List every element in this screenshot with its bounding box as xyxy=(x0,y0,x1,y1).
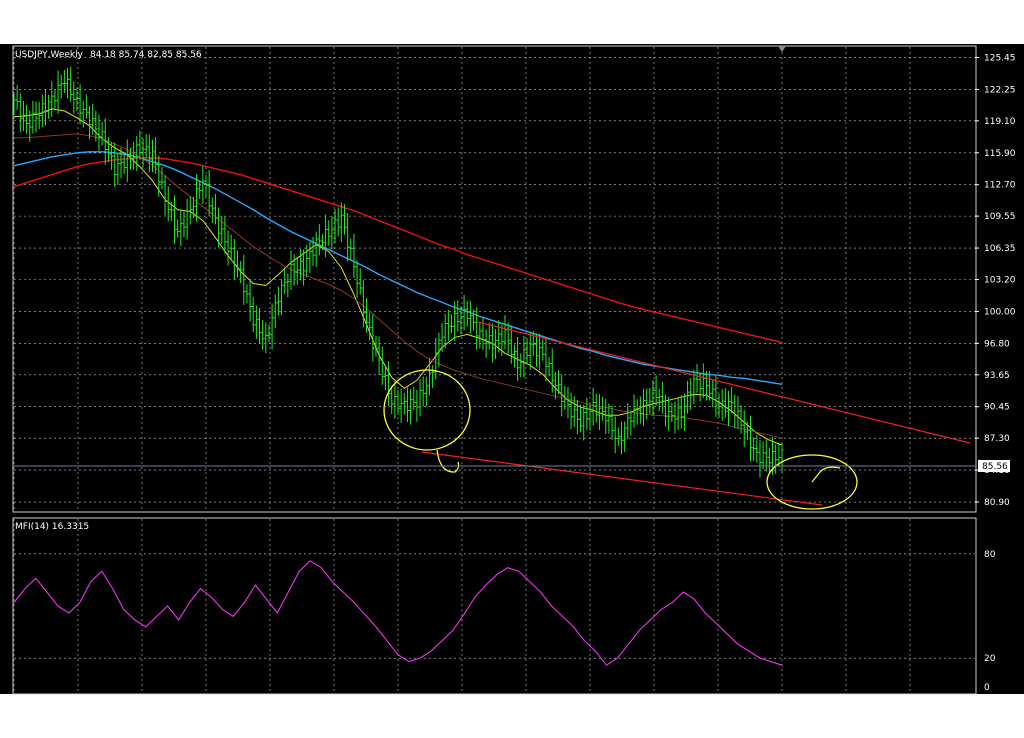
price-tick-label: 90.45 xyxy=(984,403,1010,413)
time-tick-label: 16 May 2010 xyxy=(720,699,779,709)
price-tick-label: 122.25 xyxy=(984,85,1016,95)
price-tick-label: 125.45 xyxy=(984,53,1016,63)
price-tick-label: 80.90 xyxy=(984,498,1010,508)
mfi-tick-label: 20 xyxy=(984,654,996,664)
mfi-label: MFI(14) 16.3315 xyxy=(15,522,89,532)
time-tick-label: 14 Jun 2009 xyxy=(528,699,582,709)
time-tick-label: 23 Mar 2008 xyxy=(272,699,329,709)
price-tick-label: 115.90 xyxy=(984,149,1016,159)
time-tick-label: 2 Nov 2008 xyxy=(400,699,452,709)
time-tick-label: 22 Feb 2009 xyxy=(464,699,520,709)
symbol-label: USDJPY,Weekly xyxy=(15,50,84,60)
price-tick-label: 100.00 xyxy=(984,307,1016,317)
mfi-tick-label: 80 xyxy=(984,550,996,560)
time-tick-label: 2 Dec 2007 xyxy=(208,699,260,709)
time-tick-label: 12 Aug 2007 xyxy=(144,699,202,709)
price-tick-label: 87.30 xyxy=(984,434,1010,444)
chart-frame: 125.45 122.25 119.10 115.90 112.70 109.55 106.… xyxy=(0,0,1024,738)
time-tick-label: 22 Apr 2007 xyxy=(80,699,136,709)
time-tick-label: 1 Dec 2006 xyxy=(14,699,66,709)
price-tick-label: 96.80 xyxy=(984,339,1010,349)
price-tick-label: 119.10 xyxy=(984,117,1016,127)
price-tick-label: 93.65 xyxy=(984,371,1010,381)
price-tick-label: 106.35 xyxy=(984,244,1016,254)
current-price-label: 85.56 xyxy=(982,462,1008,472)
time-tick-label: 13 Jul 2008 xyxy=(336,699,387,709)
price-tick-label: 103.20 xyxy=(984,275,1016,285)
chart-background xyxy=(0,44,1024,694)
price-tick-label: 109.55 xyxy=(984,212,1016,222)
ohlc-label: 84.18 85.74 82.85 85.56 xyxy=(90,50,202,60)
mfi-tick-label: 0 xyxy=(984,683,990,693)
time-tick-label: 5 Sep 2010 xyxy=(784,699,836,709)
time-tick-label: 4 Oct 2009 xyxy=(592,699,642,709)
price-tick-label: 112.70 xyxy=(984,181,1016,191)
time-tick-label: 24 Jan 2010 xyxy=(656,699,710,709)
